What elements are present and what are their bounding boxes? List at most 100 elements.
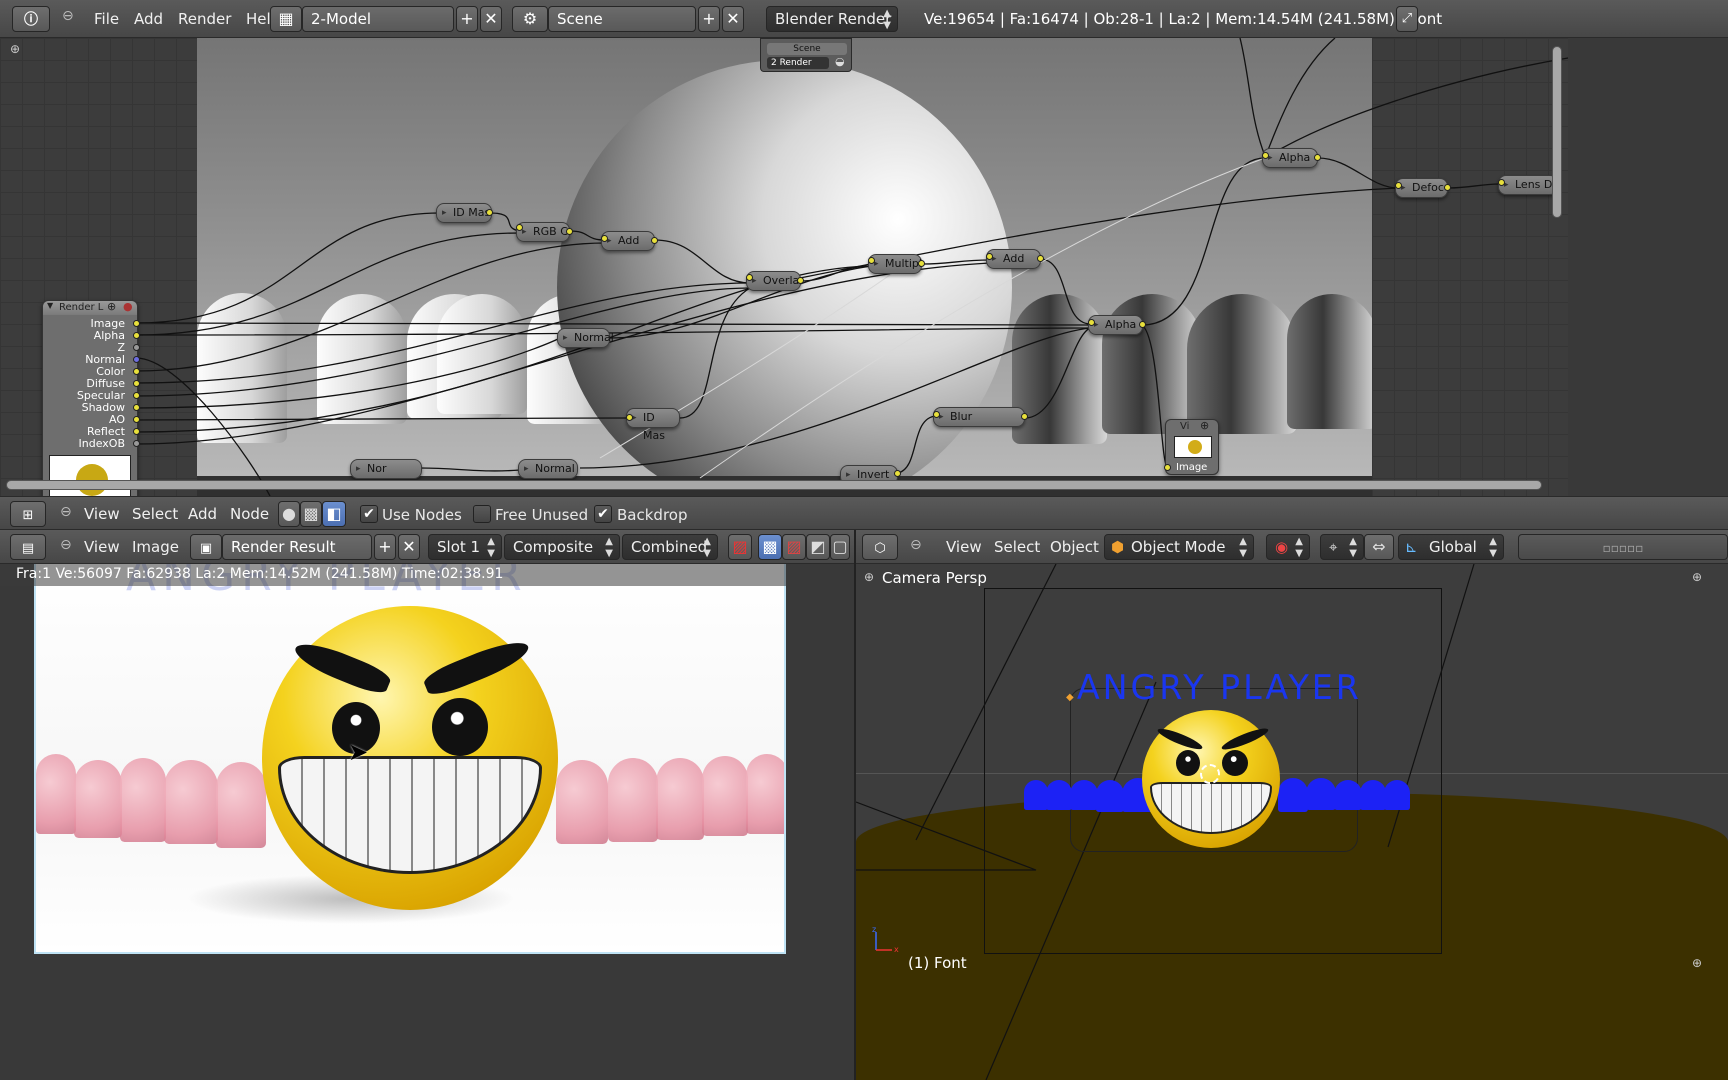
- output-socket[interactable]: [133, 380, 140, 387]
- node-socket[interactable]: [1088, 319, 1095, 326]
- draw-channels-button[interactable]: ▢: [830, 534, 850, 560]
- slot-select[interactable]: Slot 1 ▲ ▼: [428, 534, 502, 560]
- node-editor-hscrollbar[interactable]: [6, 480, 1542, 490]
- editor-type-button[interactable]: ▤: [10, 534, 46, 560]
- node[interactable]: Nor: [350, 459, 422, 479]
- render-layer-select[interactable]: Composite ▲ ▼: [504, 534, 620, 560]
- 3d-viewport[interactable]: ANGRY PLAYER ◆ ⊕ Camera Persp ⊕ ⊕ z x (1…: [856, 564, 1728, 1080]
- node[interactable]: Normal: [518, 459, 578, 479]
- menu-view[interactable]: View: [84, 497, 120, 531]
- menu-render[interactable]: Render: [178, 0, 231, 38]
- delete-screen-button[interactable]: ✕: [480, 6, 502, 32]
- scene-icon-button[interactable]: ⚙: [512, 6, 548, 32]
- texture-nodes-button[interactable]: ▩: [300, 501, 322, 527]
- render-layers-node-header[interactable]: ▼ Render L ⊕ ●: [43, 300, 137, 315]
- node[interactable]: Blur: [933, 407, 1025, 427]
- draw-color-button[interactable]: ▨: [728, 534, 752, 560]
- shading-select[interactable]: ◉ ▲ ▼: [1266, 534, 1310, 560]
- screen-layout-field[interactable]: 2-Model: [302, 6, 454, 32]
- output-socket[interactable]: [133, 344, 140, 351]
- node-socket[interactable]: [626, 414, 633, 421]
- node-socket[interactable]: [1037, 255, 1044, 262]
- node[interactable]: Defoc: [1395, 178, 1448, 198]
- node[interactable]: Alpha: [1262, 148, 1318, 168]
- node[interactable]: Normal: [557, 328, 614, 348]
- node-socket[interactable]: [566, 228, 573, 235]
- screen-layout-icon-button[interactable]: ▦: [270, 6, 302, 32]
- render-camera-icon[interactable]: ◒: [835, 55, 845, 68]
- menu-add[interactable]: Add: [188, 497, 217, 531]
- node-options-icon[interactable]: ⊕: [1200, 419, 1209, 432]
- image-name-field[interactable]: Render Result: [222, 534, 372, 560]
- output-socket[interactable]: [133, 416, 140, 423]
- node-delete-icon[interactable]: ●: [123, 300, 133, 313]
- manipulator-button[interactable]: ⇔: [1364, 534, 1394, 560]
- layers-button[interactable]: ▫▫▫▫▫: [1518, 534, 1728, 560]
- output-socket[interactable]: [133, 356, 140, 363]
- area-split-icon[interactable]: ⊕: [1692, 570, 1702, 584]
- output-socket[interactable]: [133, 320, 140, 327]
- unlink-image-button[interactable]: ✕: [398, 534, 420, 560]
- scene-field[interactable]: Scene: [548, 6, 696, 32]
- node[interactable]: Add: [986, 249, 1041, 269]
- collapse-menu-icon[interactable]: ⊖: [60, 504, 72, 520]
- node-socket[interactable]: [1314, 154, 1321, 161]
- node[interactable]: Overla: [746, 271, 801, 291]
- output-socket[interactable]: [133, 404, 140, 411]
- node-socket[interactable]: [797, 277, 804, 284]
- node[interactable]: RGB C: [516, 222, 570, 242]
- draw-alpha-only-button[interactable]: ▨: [782, 534, 806, 560]
- node-editor-vscrollbar[interactable]: [1552, 46, 1562, 218]
- use-nodes-checkbox[interactable]: ✔: [360, 505, 378, 523]
- node-scene-widget[interactable]: Scene 2 Render ◒: [760, 38, 852, 72]
- image-browse-button[interactable]: ▣: [190, 534, 222, 560]
- widget-render-layer-field[interactable]: 2 Render: [767, 57, 829, 69]
- output-socket[interactable]: [133, 392, 140, 399]
- editor-type-button[interactable]: ⊞: [10, 501, 46, 527]
- node-socket[interactable]: [486, 209, 493, 216]
- node-socket[interactable]: [1021, 413, 1028, 420]
- node-socket[interactable]: [933, 411, 940, 418]
- add-scene-button[interactable]: +: [698, 6, 720, 32]
- node-socket[interactable]: [1444, 184, 1451, 191]
- output-socket[interactable]: [133, 440, 140, 447]
- node-options-icon[interactable]: ⊕: [107, 300, 116, 313]
- menu-node[interactable]: Node: [230, 497, 269, 531]
- render-engine-select[interactable]: Blender Render ▲ ▼: [766, 6, 898, 32]
- interaction-mode-select[interactable]: ⬢ Object Mode ▲ ▼: [1104, 534, 1254, 560]
- editor-type-button[interactable]: ⬡: [862, 534, 898, 560]
- free-unused-checkbox[interactable]: [473, 505, 491, 523]
- draw-z-button[interactable]: ◩: [806, 534, 830, 560]
- node-socket[interactable]: [651, 237, 658, 244]
- node-socket[interactable]: [1498, 179, 1505, 186]
- collapse-menu-icon[interactable]: ⊖: [910, 537, 922, 553]
- node-socket[interactable]: [986, 253, 993, 260]
- collapse-menu-icon[interactable]: ⊖: [62, 8, 74, 24]
- node-socket[interactable]: [1139, 321, 1146, 328]
- collapse-menu-icon[interactable]: ⊖: [60, 537, 72, 553]
- node[interactable]: ID Mas: [626, 408, 680, 442]
- menu-add[interactable]: Add: [134, 0, 163, 38]
- menu-select[interactable]: Select: [994, 530, 1040, 564]
- node-editor[interactable]: ▼ Render L ⊕ ● Image Alpha Z Normal Colo…: [0, 38, 1568, 496]
- area-split-icon[interactable]: ⊕: [864, 570, 874, 584]
- backdrop-checkbox[interactable]: ✔: [594, 505, 612, 523]
- node[interactable]: ID Mas: [436, 203, 492, 223]
- new-image-button[interactable]: +: [374, 534, 396, 560]
- menu-select[interactable]: Select: [132, 497, 178, 531]
- node-socket[interactable]: [1395, 182, 1402, 189]
- node-socket[interactable]: [1262, 152, 1269, 159]
- shader-nodes-button[interactable]: ●: [278, 501, 300, 527]
- viewer-node[interactable]: Vi ⊕ Image: [1164, 419, 1219, 475]
- viewer-input-socket[interactable]: [1164, 464, 1171, 471]
- widget-scene-field[interactable]: Scene: [767, 43, 847, 55]
- node[interactable]: Alpha: [1088, 315, 1143, 335]
- node-socket[interactable]: [746, 274, 753, 281]
- pivot-select[interactable]: ⌖ ▲ ▼: [1320, 534, 1364, 560]
- node-collapse-icon[interactable]: ▼: [47, 301, 53, 310]
- node-socket[interactable]: [918, 260, 925, 267]
- transform-orientation-select[interactable]: ⊾ Global ▲ ▼: [1398, 534, 1504, 560]
- node-socket[interactable]: [516, 224, 523, 231]
- image-editor-canvas[interactable]: ANGRY PLAYER ➤ Fra:1 Ve:56097 Fa:62938 L…: [0, 564, 854, 1080]
- menu-file[interactable]: File: [94, 0, 119, 38]
